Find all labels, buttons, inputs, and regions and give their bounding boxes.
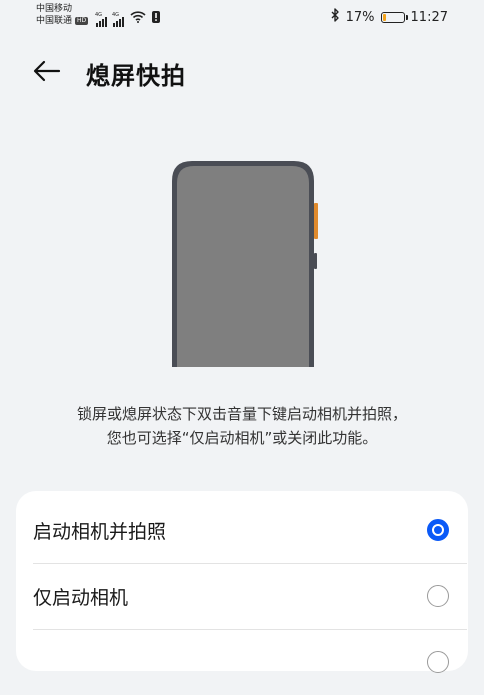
volume-key bbox=[314, 203, 318, 239]
status-bar: 中国移动 中国联通 HD 4G 4G 17% 11:27 bbox=[0, 0, 484, 34]
sim2-network-tag: 4G bbox=[112, 12, 120, 18]
description-line-2: 您也可选择“仅启动相机”或关闭此功能。 bbox=[106, 429, 378, 447]
page-title: 熄屏快拍 bbox=[86, 62, 186, 90]
carrier-1-name: 中国移动 bbox=[36, 4, 73, 14]
signal-icon: 4G bbox=[95, 12, 107, 27]
alert-icon bbox=[152, 8, 160, 27]
back-button[interactable] bbox=[32, 58, 62, 84]
clock: 11:27 bbox=[410, 9, 448, 25]
radio-button[interactable] bbox=[427, 585, 449, 607]
option-third[interactable] bbox=[16, 629, 468, 695]
option-label: 启动相机并拍照 bbox=[33, 520, 167, 543]
radio-button[interactable] bbox=[427, 651, 449, 673]
options-card: 启动相机并拍照 仅启动相机 bbox=[16, 491, 468, 673]
status-right: 17% 11:27 bbox=[331, 8, 448, 26]
bluetooth-icon bbox=[331, 8, 340, 26]
wifi-icon bbox=[130, 8, 146, 27]
battery-icon bbox=[380, 11, 408, 23]
battery-level bbox=[382, 13, 386, 21]
option-launch-and-capture[interactable]: 启动相机并拍照 bbox=[16, 497, 468, 563]
header: 熄屏快拍 bbox=[0, 50, 484, 94]
back-arrow-icon bbox=[33, 60, 61, 82]
description-line-1: 锁屏或熄屏状态下双击音量下键启动相机并拍照， bbox=[76, 405, 407, 423]
phone-illustration bbox=[168, 157, 320, 367]
option-label: 仅启动相机 bbox=[33, 586, 129, 609]
signal-icon: 4G bbox=[112, 12, 124, 27]
carrier-2-name: 中国联通 bbox=[36, 16, 73, 26]
carrier-info: 中国移动 中国联通 HD bbox=[36, 3, 89, 27]
option-launch-camera-only[interactable]: 仅启动相机 bbox=[16, 563, 468, 629]
radio-button[interactable] bbox=[427, 519, 449, 541]
sim1-network-tag: 4G bbox=[95, 12, 103, 18]
hd-badge: HD bbox=[75, 17, 89, 25]
battery-percent: 17% bbox=[345, 9, 375, 25]
power-key bbox=[314, 253, 317, 269]
feature-description: 锁屏或熄屏状态下双击音量下键启动相机并拍照， 您也可选择“仅启动相机”或关闭此功… bbox=[30, 402, 454, 450]
signal-indicators: 4G 4G bbox=[95, 8, 160, 27]
